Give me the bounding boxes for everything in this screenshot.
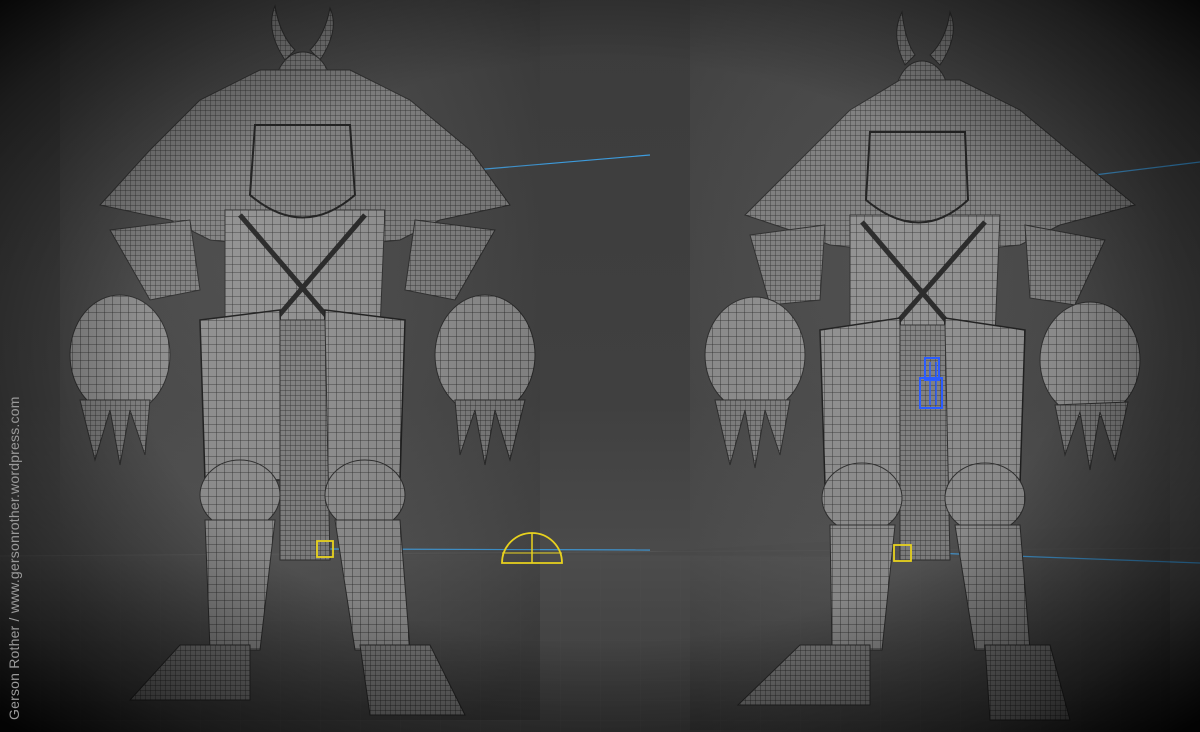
watermark-text: Gerson Rother / www.gersonrother.wordpre… [6,396,22,720]
light-gizmo[interactable] [501,532,563,564]
left-pivot-handle[interactable] [316,540,334,558]
right-pivot-handle[interactable] [893,544,912,562]
gizmos [316,532,912,564]
3d-viewport[interactable]: Gerson Rother / www.gersonrother.wordpre… [0,0,1200,732]
